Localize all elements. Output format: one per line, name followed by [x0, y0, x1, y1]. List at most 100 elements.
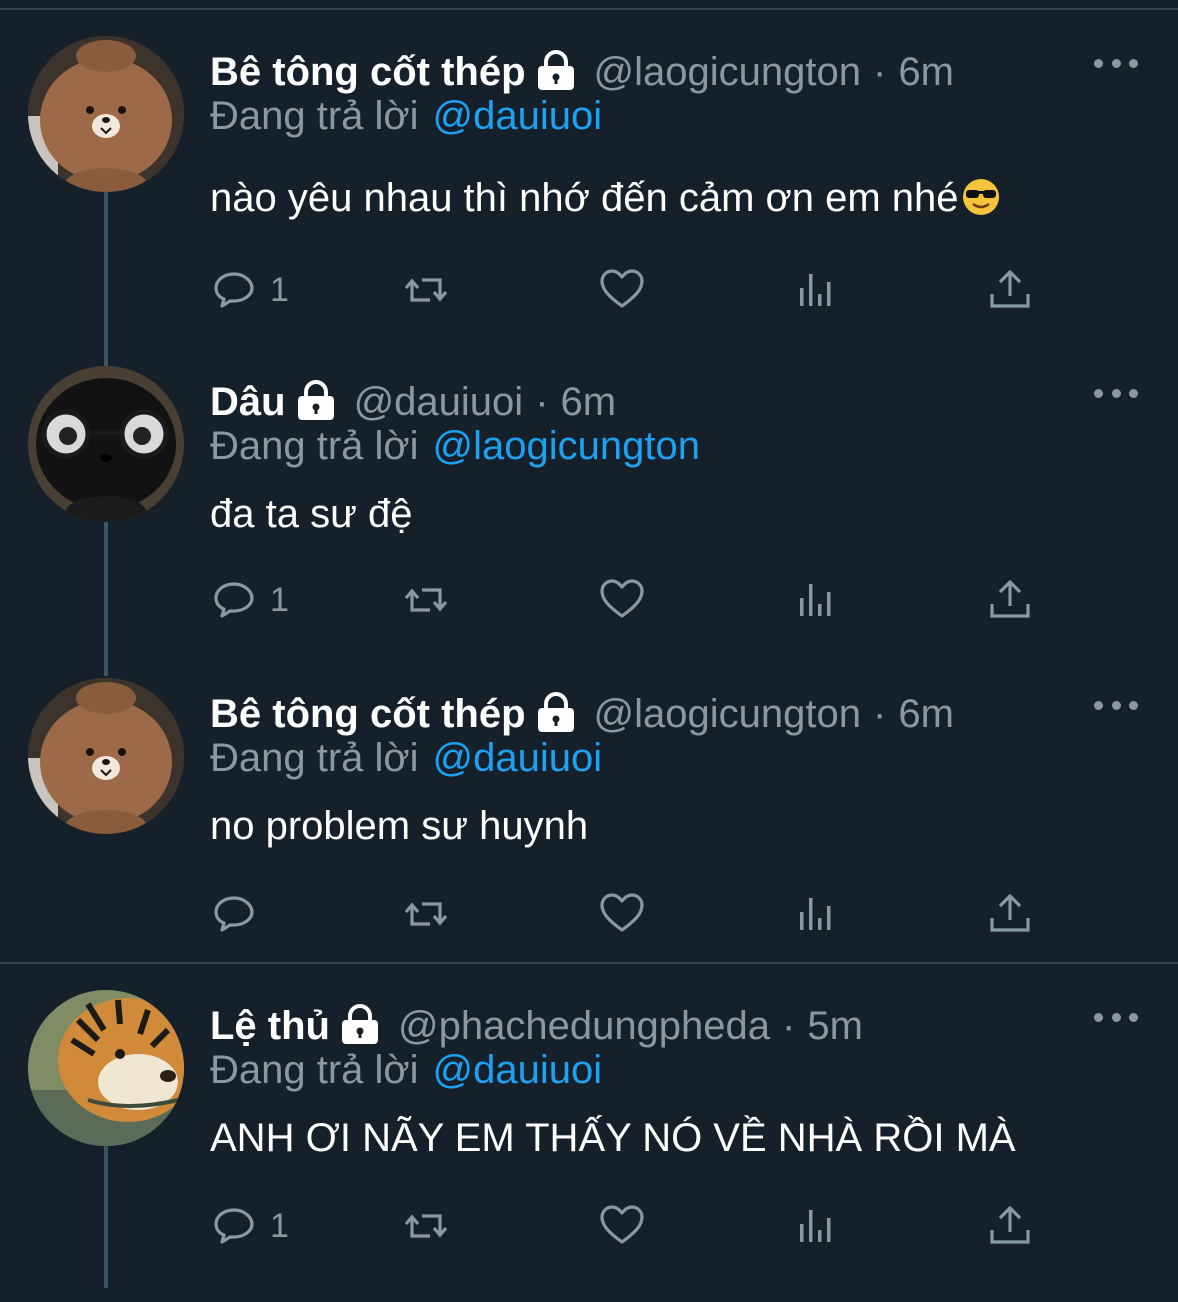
tweet[interactable]: Lệ thủ @phachedungpheda · 5m Đang trả lờ…	[0, 990, 1178, 1302]
reply-prefix: Đang trả lời	[210, 1048, 419, 1092]
analytics-icon	[800, 584, 831, 616]
reply-button[interactable]: 1	[210, 262, 289, 318]
tweet-actions: 1	[210, 572, 1050, 628]
sunglasses-emoji	[961, 177, 1001, 217]
reply-button[interactable]: 1	[210, 572, 289, 628]
timestamp[interactable]: 6m	[898, 50, 954, 95]
share-button[interactable]	[986, 886, 1034, 942]
heart-icon	[600, 269, 644, 308]
reply-icon	[214, 582, 254, 618]
reply-prefix: Đang trả lời	[210, 424, 419, 468]
tweet-header: Bê tông cốt thép @laogicungton · 6m	[210, 44, 954, 100]
avatar[interactable]	[28, 366, 184, 522]
share-icon	[990, 893, 1030, 932]
reply-count: 1	[270, 270, 289, 309]
separator: ·	[873, 49, 887, 94]
user-handle[interactable]: @dauiuoi	[354, 380, 524, 425]
tweet[interactable]: Dâu @dauiuoi · 6m Đang trả lời @laogicung…	[0, 366, 1178, 678]
like-button[interactable]	[598, 262, 646, 318]
share-icon	[990, 269, 1030, 308]
analytics-button[interactable]	[794, 1198, 842, 1254]
retweet-button[interactable]	[402, 262, 450, 318]
top-divider	[0, 8, 1178, 10]
reply-icon	[214, 1208, 254, 1244]
reply-context: Đang trả lời @dauiuoi	[210, 94, 602, 139]
lock-icon	[338, 1004, 382, 1048]
retweet-icon	[404, 588, 448, 612]
like-button[interactable]	[598, 886, 646, 942]
analytics-icon	[800, 898, 831, 930]
more-icon[interactable]	[1094, 56, 1138, 70]
share-button[interactable]	[986, 262, 1034, 318]
reply-prefix: Đang trả lời	[210, 736, 419, 780]
tweet[interactable]: Bê tông cốt thép @laogicungton · 6m Đang…	[0, 36, 1178, 348]
tweet-text: no problem sư huynh	[210, 804, 589, 848]
like-button[interactable]	[598, 572, 646, 628]
retweet-button[interactable]	[402, 886, 450, 942]
like-button[interactable]	[598, 1198, 646, 1254]
reply-button[interactable]: 1	[210, 1198, 289, 1254]
more-icon[interactable]	[1094, 1010, 1138, 1024]
tweet-text: nào yêu nhau thì nhớ đến cảm ơn em nhé	[210, 176, 1001, 221]
reply-context: Đang trả lời @dauiuoi	[210, 1048, 602, 1093]
user-handle[interactable]: @laogicungton	[594, 50, 861, 95]
lock-icon	[294, 380, 338, 424]
reply-count: 1	[270, 580, 289, 619]
display-name[interactable]: Bê tông cốt thép	[210, 50, 526, 95]
retweet-button[interactable]	[402, 572, 450, 628]
separator: ·	[782, 1003, 796, 1048]
tweet-header: Lệ thủ @phachedungpheda · 5m	[210, 998, 863, 1054]
more-icon[interactable]	[1094, 386, 1138, 400]
share-button[interactable]	[986, 1198, 1034, 1254]
display-name[interactable]: Bê tông cốt thép	[210, 692, 526, 737]
analytics-button[interactable]	[794, 262, 842, 318]
tweet-text-body: nào yêu nhau thì nhớ đến cảm ơn em nhé	[210, 176, 959, 220]
tweet-header: Dâu @dauiuoi · 6m	[210, 374, 616, 430]
avatar[interactable]	[28, 990, 184, 1146]
heart-icon	[600, 579, 644, 618]
mention-link[interactable]: @laogicungton	[433, 424, 700, 468]
mention-link[interactable]: @dauiuoi	[433, 94, 603, 138]
separator: ·	[873, 691, 887, 736]
tweet-actions: 1	[210, 262, 1050, 318]
timestamp[interactable]: 6m	[561, 380, 617, 425]
retweet-icon	[404, 1214, 448, 1238]
display-name[interactable]: Lệ thủ	[210, 1004, 330, 1049]
avatar[interactable]	[28, 678, 184, 834]
user-handle[interactable]: @laogicungton	[594, 692, 861, 737]
reply-context: Đang trả lời @dauiuoi	[210, 736, 602, 781]
retweet-button[interactable]	[402, 1198, 450, 1254]
retweet-icon	[404, 902, 448, 926]
user-handle[interactable]: @phachedungpheda	[398, 1004, 770, 1049]
reply-icon	[214, 272, 254, 308]
more-icon[interactable]	[1094, 698, 1138, 712]
mention-link[interactable]: @dauiuoi	[433, 1048, 603, 1092]
display-name[interactable]: Dâu	[210, 380, 286, 425]
analytics-button[interactable]	[794, 572, 842, 628]
reply-button[interactable]	[210, 886, 270, 942]
tweet-text: ANH ƠI NÃY EM THẤY NÓ VỀ NHÀ RỒI MÀ	[210, 1116, 1016, 1160]
analytics-icon	[800, 274, 831, 306]
avatar[interactable]	[28, 36, 184, 192]
reply-context: Đang trả lời @laogicungton	[210, 424, 700, 469]
tweet-header: Bê tông cốt thép @laogicungton · 6m	[210, 686, 954, 742]
tweet-actions: 1	[210, 1198, 1050, 1254]
share-icon	[990, 1205, 1030, 1244]
reply-prefix: Đang trả lời	[210, 94, 419, 138]
share-icon	[990, 579, 1030, 618]
share-button[interactable]	[986, 572, 1034, 628]
separator: ·	[535, 379, 549, 424]
tweet[interactable]: Bê tông cốt thép @laogicungton · 6m Đang…	[0, 678, 1178, 990]
timestamp[interactable]: 5m	[807, 1004, 863, 1049]
reply-icon	[214, 896, 254, 932]
reply-count: 1	[270, 1206, 289, 1245]
lock-icon	[534, 692, 578, 736]
lock-icon	[534, 50, 578, 94]
heart-icon	[600, 893, 644, 932]
analytics-button[interactable]	[794, 886, 842, 942]
mention-link[interactable]: @dauiuoi	[433, 736, 603, 780]
tweet-actions	[210, 886, 1050, 942]
tweet-text: đa ta sư đệ	[210, 492, 413, 536]
timestamp[interactable]: 6m	[898, 692, 954, 737]
heart-icon	[600, 1205, 644, 1244]
